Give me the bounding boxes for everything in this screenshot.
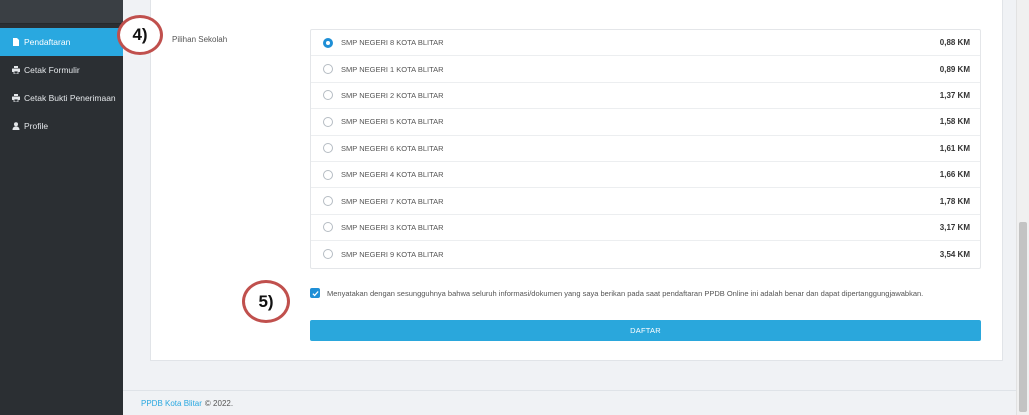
school-distance: 1,61 KM — [939, 143, 970, 153]
sidebar-item-label: Profile — [24, 121, 49, 131]
school-option-list: SMP NEGERI 8 KOTA BLITAR 0,88 KM SMP NEG… — [310, 29, 981, 269]
sidebar-item-cetak-formulir[interactable]: Cetak Formulir — [0, 56, 123, 84]
check-icon — [311, 290, 319, 296]
school-distance: 3,54 KM — [939, 249, 970, 259]
daftar-submit-button[interactable]: DAFTAR — [310, 320, 981, 341]
radio-button[interactable] — [323, 143, 333, 154]
school-option-row[interactable]: SMP NEGERI 5 KOTA BLITAR 1,58 KM — [311, 109, 980, 136]
agreement-text: Menyatakan dengan sesungguhnya bahwa sel… — [327, 289, 924, 298]
radio-button[interactable] — [323, 222, 333, 233]
print-icon — [12, 66, 22, 74]
sidebar-item-label: Pendaftaran — [24, 37, 71, 47]
school-distance: 1,66 KM — [939, 170, 970, 180]
school-option-row[interactable]: SMP NEGERI 1 KOTA BLITAR 0,89 KM — [311, 56, 980, 83]
radio-button-selected[interactable] — [323, 37, 333, 48]
school-name: SMP NEGERI 3 KOTA BLITAR — [341, 222, 444, 232]
school-name: SMP NEGERI 2 KOTA BLITAR — [341, 90, 444, 100]
footer-copyright: © 2022. — [204, 398, 234, 408]
school-option-row[interactable]: SMP NEGERI 8 KOTA BLITAR 0,88 KM — [311, 30, 980, 57]
radio-button[interactable] — [323, 64, 333, 75]
page-scrollbar-thumb[interactable] — [1019, 222, 1027, 412]
user-icon — [12, 122, 22, 130]
school-option-row[interactable]: SMP NEGERI 2 KOTA BLITAR 1,37 KM — [311, 83, 980, 110]
sidebar-item-label: Cetak Formulir — [24, 65, 80, 75]
footer-home-link[interactable]: PPDB Kota Blitar — [141, 399, 202, 408]
school-distance: 0,88 KM — [939, 38, 970, 48]
sidebar-item-cetak-bukti-penerimaan[interactable]: Cetak Bukti Penerimaan — [0, 84, 123, 112]
sidebar-item-pendaftaran[interactable]: Pendaftaran — [0, 28, 123, 56]
radio-button[interactable] — [323, 169, 333, 180]
sidebar-item-label: Cetak Bukti Penerimaan — [24, 93, 116, 103]
school-option-row[interactable]: SMP NEGERI 6 KOTA BLITAR 1,61 KM — [311, 136, 980, 162]
sidebar-top-item[interactable] — [0, 0, 123, 24]
school-distance: 1,37 KM — [939, 90, 970, 100]
step-4-callout: 4) — [117, 15, 163, 55]
school-distance: 0,89 KM — [939, 64, 970, 74]
school-name: SMP NEGERI 7 KOTA BLITAR — [341, 196, 444, 206]
footer: PPDB Kota Blitar © 2022. — [123, 390, 1016, 415]
agreement-checkbox[interactable] — [310, 288, 320, 298]
school-choice-label: Pilihan Sekolah — [172, 35, 228, 44]
agreement-row: Menyatakan dengan sesungguhnya bahwa sel… — [310, 287, 950, 300]
school-option-row[interactable]: SMP NEGERI 9 KOTA BLITAR 3,54 KM — [311, 241, 980, 267]
file-icon — [12, 38, 22, 46]
school-option-row[interactable]: SMP NEGERI 7 KOTA BLITAR 1,78 KM — [311, 188, 980, 215]
school-name: SMP NEGERI 6 KOTA BLITAR — [341, 143, 444, 153]
school-distance: 1,78 KM — [939, 196, 970, 206]
school-option-row[interactable]: SMP NEGERI 4 KOTA BLITAR 1,66 KM — [311, 162, 980, 189]
radio-button[interactable] — [323, 196, 333, 207]
school-name: SMP NEGERI 5 KOTA BLITAR — [341, 117, 444, 127]
school-name: SMP NEGERI 4 KOTA BLITAR — [341, 170, 444, 180]
radio-button[interactable] — [323, 90, 333, 101]
radio-button[interactable] — [323, 249, 333, 260]
school-option-row[interactable]: SMP NEGERI 3 KOTA BLITAR 3,17 KM — [311, 215, 980, 242]
print-icon — [12, 94, 22, 102]
school-name: SMP NEGERI 8 KOTA BLITAR — [341, 38, 444, 48]
school-name: SMP NEGERI 1 KOTA BLITAR — [341, 64, 444, 74]
sidebar-item-profile[interactable]: Profile — [0, 112, 123, 140]
radio-button[interactable] — [323, 116, 333, 127]
school-distance: 1,58 KM — [939, 117, 970, 127]
school-name: SMP NEGERI 9 KOTA BLITAR — [341, 249, 444, 259]
step-5-callout: 5) — [242, 280, 290, 323]
sidebar: Pendaftaran Cetak Formulir Cetak Bukti P… — [0, 0, 123, 415]
school-distance: 3,17 KM — [939, 222, 970, 232]
